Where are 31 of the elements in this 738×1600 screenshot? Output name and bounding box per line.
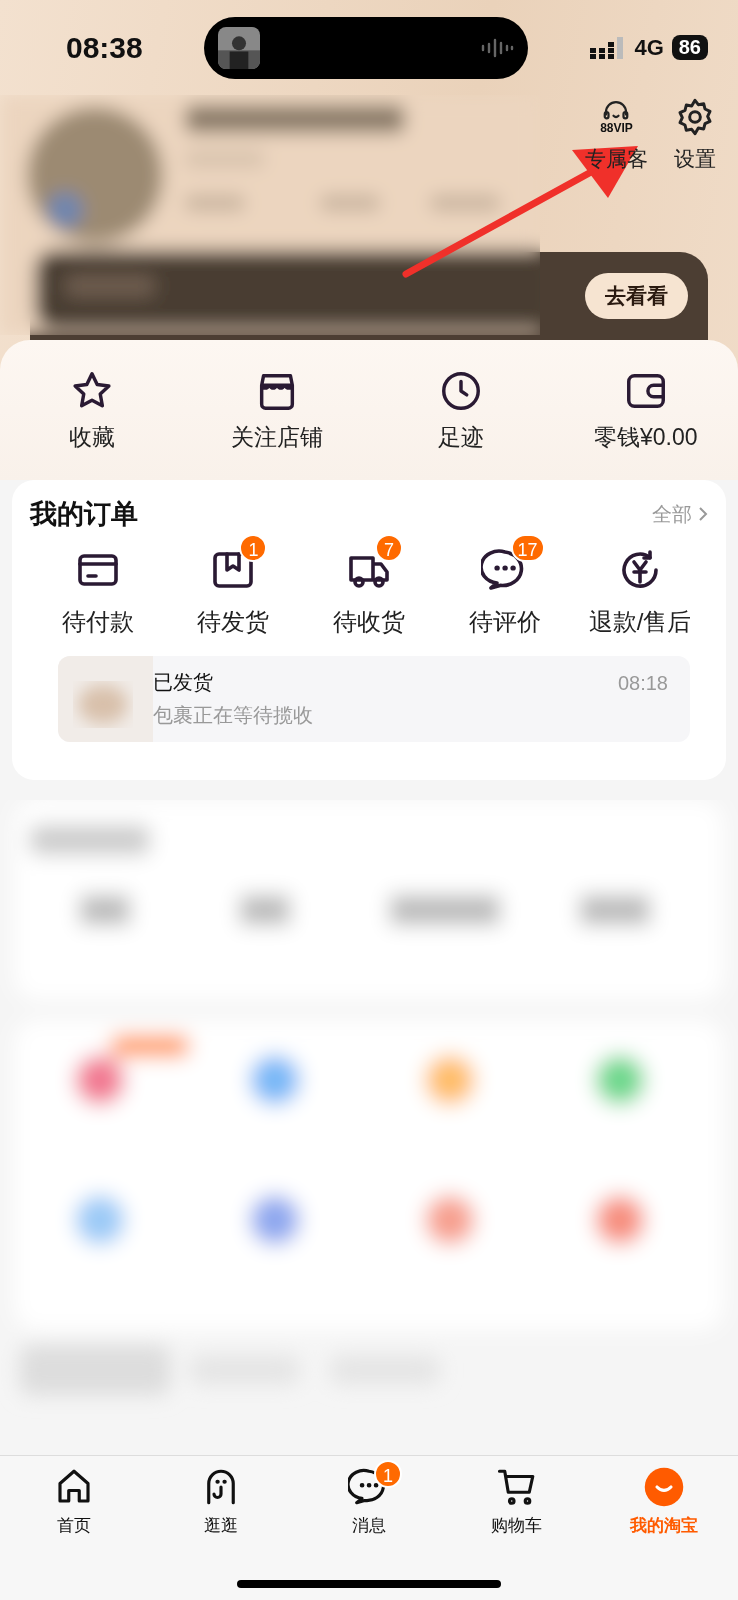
- tab-item[interactable]: 购物车: [442, 1458, 591, 1537]
- order-status-detail: 包裹正在等待揽收: [153, 703, 314, 728]
- count-badge: 17: [510, 534, 545, 562]
- order-time: 08:18: [617, 671, 669, 695]
- order-status-button[interactable]: 退款/售后: [572, 532, 708, 638]
- tab-item[interactable]: 首页: [0, 1458, 148, 1537]
- status-time: 08:38: [66, 30, 144, 65]
- order-status-button[interactable]: 待付款: [30, 532, 166, 638]
- network-label: 4G: [634, 34, 664, 61]
- count-badge: 1: [239, 534, 268, 562]
- shortcut-button[interactable]: 足迹: [369, 340, 554, 480]
- order-status-title: 已发货: [153, 670, 214, 695]
- shortcut-button[interactable]: 收藏: [0, 340, 185, 480]
- settings-button[interactable]: 设置: [674, 97, 716, 173]
- battery-indicator: 86: [671, 35, 708, 60]
- face-icon: [643, 1466, 686, 1508]
- section-title: 我的订单: [30, 498, 138, 531]
- view-button[interactable]: 去看看: [585, 273, 688, 319]
- waveform-icon: [480, 37, 514, 58]
- vip-label: 88VIP: [600, 121, 633, 135]
- shortcut-button[interactable]: 关注店铺: [184, 340, 369, 480]
- order-status-button[interactable]: 17 待评价: [436, 532, 573, 638]
- tab-item[interactable]: 1 消息: [295, 1458, 443, 1537]
- tab-item[interactable]: 逛逛: [147, 1458, 296, 1537]
- shortcut-button[interactable]: 零钱¥0.00: [553, 340, 738, 480]
- order-status-button[interactable]: 1 待发货: [165, 532, 302, 638]
- count-badge: 1: [374, 1460, 402, 1488]
- chevron-right-icon: [698, 506, 708, 522]
- count-badge: 7: [375, 534, 403, 562]
- order-status-button[interactable]: 7 待收货: [301, 532, 437, 638]
- order-update[interactable]: 已发货 包裹正在等待揽收 08:18: [58, 656, 690, 742]
